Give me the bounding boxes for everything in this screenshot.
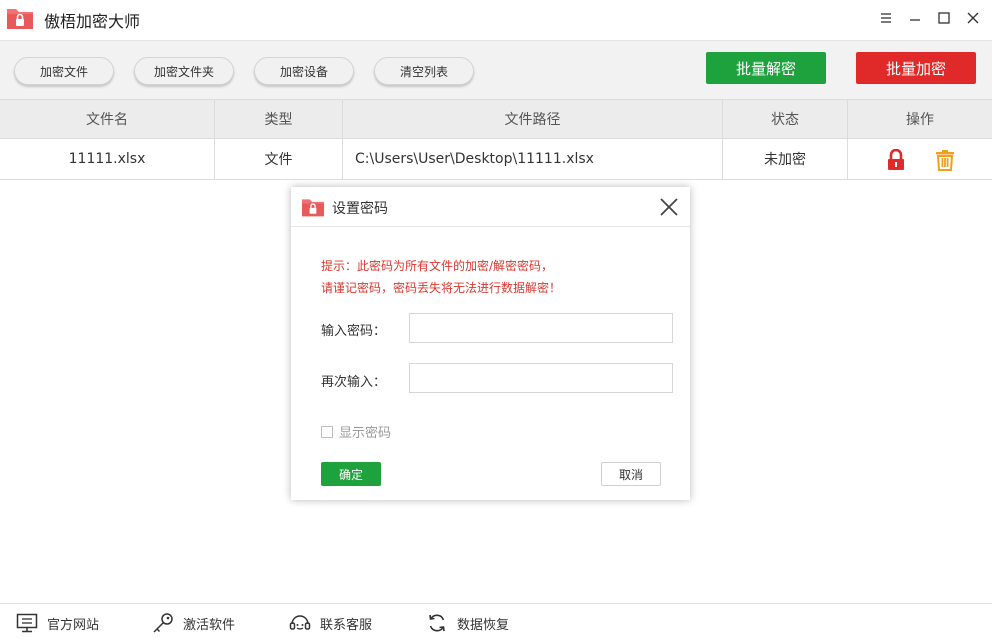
lock-icon[interactable]: [886, 149, 906, 171]
table-row[interactable]: 11111.xlsx 文件 C:\Users\User\Desktop\1111…: [0, 139, 992, 180]
show-password-label: 显示密码: [339, 426, 392, 441]
headset-icon: [289, 615, 311, 630]
dialog-title: 设置密码: [332, 201, 388, 217]
column-header-path: 文件路径: [504, 112, 561, 128]
table-header: 文件名 类型 文件路径 状态 操作: [0, 99, 992, 139]
password-label: 输入密码：: [321, 324, 387, 339]
key-icon: [153, 613, 173, 633]
dialog-header: 设置密码: [291, 187, 690, 227]
password-input[interactable]: [409, 313, 673, 343]
minimize-icon: [910, 19, 920, 21]
footer-label: 官方网站: [47, 617, 100, 633]
encrypt-folder-button[interactable]: 加密文件夹: [134, 57, 234, 85]
hint-line-2: 请谨记密码，密码丢失将无法进行数据解密！: [321, 281, 562, 295]
dialog-logo-icon: [302, 199, 324, 217]
app-logo-icon: [7, 9, 33, 29]
column-divider: [342, 139, 343, 179]
monitor-icon: [16, 613, 38, 633]
title-bar: 傲梧加密大师: [0, 0, 992, 40]
batch-encrypt-button[interactable]: 批量加密: [856, 52, 976, 84]
column-header-type: 类型: [264, 112, 293, 128]
confirm-password-input[interactable]: [409, 363, 673, 393]
ok-button[interactable]: 确定: [321, 462, 381, 486]
maximize-icon: [938, 12, 950, 24]
show-password-option[interactable]: 显示密码: [321, 422, 391, 441]
encrypt-device-button[interactable]: 加密设备: [254, 57, 354, 85]
refresh-icon: [429, 614, 445, 632]
cell-path: C:\Users\User\Desktop\11111.xlsx: [355, 151, 594, 167]
menu-icon: [881, 13, 891, 23]
footer-contact-support[interactable]: 联系客服: [289, 612, 372, 634]
menu-button[interactable]: [874, 6, 898, 30]
hint-line-1: 提示：此密码为所有文件的加密/解密密码，: [321, 259, 554, 273]
cell-type: 文件: [264, 152, 293, 168]
footer-label: 联系客服: [320, 617, 373, 633]
show-password-checkbox[interactable]: [321, 425, 333, 438]
cancel-button[interactable]: 取消: [601, 462, 661, 486]
clear-list-button[interactable]: 清空列表: [374, 57, 474, 85]
confirm-password-label: 再次输入：: [321, 375, 387, 390]
footer-label: 激活软件: [183, 617, 236, 633]
footer-data-recovery[interactable]: 数据恢复: [426, 612, 509, 634]
dialog-close-icon[interactable]: [658, 196, 680, 218]
footer-activate[interactable]: 激活软件: [152, 612, 235, 634]
column-header-actions: 操作: [906, 112, 934, 128]
cell-status: 未加密: [764, 152, 806, 168]
column-header-status: 状态: [771, 112, 799, 128]
column-header-filename: 文件名: [86, 112, 128, 128]
cell-filename: 11111.xlsx: [68, 151, 146, 167]
footer-label: 数据恢复: [457, 617, 510, 633]
cell-actions: [848, 139, 992, 179]
encrypt-file-button[interactable]: 加密文件: [14, 57, 114, 85]
maximize-button[interactable]: [932, 6, 956, 30]
footer-bar: 官方网站 激活软件 联系客服 数据恢复: [0, 603, 992, 639]
app-title: 傲梧加密大师: [44, 12, 141, 31]
toolbar: 加密文件 加密文件夹 加密设备 清空列表 批量解密 批量加密: [0, 40, 992, 99]
trash-icon[interactable]: [935, 149, 955, 171]
set-password-dialog: 设置密码 提示：此密码为所有文件的加密/解密密码， 请谨记密码，密码丢失将无法进…: [291, 187, 690, 500]
close-icon: [967, 12, 979, 24]
minimize-button[interactable]: [903, 6, 927, 30]
footer-official-site[interactable]: 官方网站: [16, 612, 99, 634]
batch-decrypt-button[interactable]: 批量解密: [706, 52, 826, 84]
close-window-button[interactable]: [961, 6, 985, 30]
